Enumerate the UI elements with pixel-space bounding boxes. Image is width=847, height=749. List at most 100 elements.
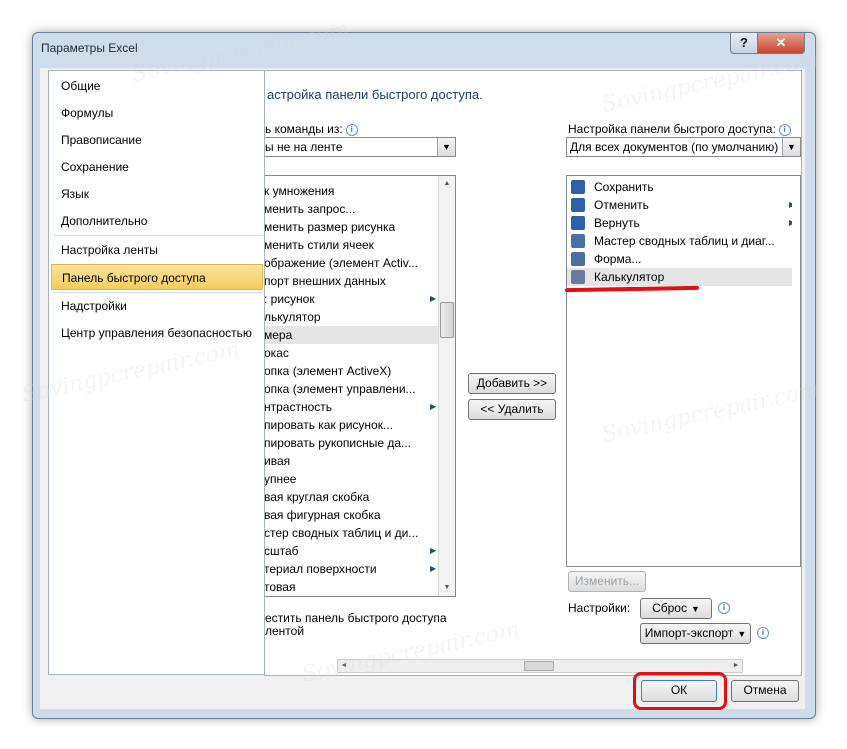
scroll-down-icon[interactable]: ▼ <box>439 580 455 596</box>
command-label: териал поверхности <box>264 562 377 576</box>
choose-commands-dropdown[interactable]: ы не на ленте ▼ <box>265 137 456 157</box>
command-label: опка (элемент ActiveX) <box>264 364 392 378</box>
cancel-button[interactable]: Отмена <box>731 680 799 702</box>
command-list-item[interactable]: порт внешних данных <box>264 272 442 290</box>
undo-icon <box>571 198 585 212</box>
qat-list-item[interactable]: Мастер сводных таблиц и диаг... <box>567 232 800 250</box>
qat-item-label: Сохранить <box>594 180 654 194</box>
add-button[interactable]: Добавить >> <box>468 373 556 394</box>
command-list-item[interactable]: пировать рукописные да... <box>265 434 442 452</box>
chevron-down-icon[interactable]: ▼ <box>782 138 800 156</box>
reset-button-label: Сброс <box>652 601 687 615</box>
import-export-button[interactable]: Импорт-экспорт ▼ <box>640 623 751 644</box>
reset-button[interactable]: Сброс ▼ <box>640 598 712 619</box>
nav-item-save[interactable]: Сохранение <box>51 154 263 180</box>
close-button[interactable]: ✕ <box>757 33 805 54</box>
submenu-arrow-icon: ▶ <box>430 546 437 555</box>
command-label: ивая <box>264 454 291 468</box>
scrollbar-thumb[interactable] <box>440 302 454 338</box>
qat-list-item[interactable]: Калькулятор <box>567 268 800 286</box>
nav-item-trust-center[interactable]: Центр управления безопасностью <box>51 320 263 346</box>
nav-item-addins[interactable]: Надстройки <box>51 293 263 319</box>
command-label: сштаб <box>264 544 299 558</box>
show-below-ribbon-label-2: лентой <box>265 624 305 638</box>
command-list-item[interactable]: ивая <box>264 452 442 470</box>
command-list-item[interactable]: упнее <box>265 470 442 488</box>
form-icon <box>571 252 585 266</box>
command-list-item[interactable]: пировать как рисунок... <box>264 416 442 434</box>
qat-item-label: Форма... <box>594 252 642 266</box>
commands-list[interactable]: к умножения менить запрос... менить размер… <box>264 175 456 597</box>
nav-item-general[interactable]: Общие <box>51 73 263 99</box>
command-list-item[interactable]: вая круглая скобка <box>264 488 442 506</box>
pivot-wizard-icon <box>571 234 585 248</box>
qat-list-item[interactable]: Вернуть▶ <box>567 214 800 232</box>
command-list-item[interactable]: менить стили ячеек <box>265 236 442 254</box>
command-label: нтрастность <box>264 400 333 414</box>
customize-qat-dropdown[interactable]: Для всех документов (по умолчанию) ▼ <box>566 137 801 157</box>
command-list-item[interactable]: вая фигурная скобка <box>265 506 442 524</box>
panel-horizontal-scrollbar[interactable]: ◄ ► <box>337 659 743 673</box>
command-list-item[interactable]: стер сводных таблиц и ди... <box>264 524 442 542</box>
help-button[interactable]: ? <box>730 33 758 54</box>
scroll-left-icon[interactable]: ◄ <box>338 660 350 672</box>
command-list-item[interactable]: менить запрос... <box>265 200 442 218</box>
customize-qat-value: Для всех документов (по умолчанию) <box>570 140 779 154</box>
qat-item-label: Мастер сводных таблиц и диаг... <box>594 234 775 248</box>
command-list-item[interactable]: опка (элемент ActiveX) <box>264 362 442 380</box>
chevron-down-icon[interactable]: ▼ <box>437 138 455 156</box>
command-label: ображение (элемент Activ... <box>264 256 418 270</box>
command-label: стер сводных таблиц и ди... <box>264 526 419 540</box>
command-label: порт внешних данных <box>264 274 386 288</box>
command-label: окас <box>264 346 289 360</box>
qat-list-item[interactable]: Сохранить <box>567 178 800 196</box>
commands-scrollbar[interactable]: ▲ ▼ <box>438 176 455 596</box>
command-list-item[interactable]: лькулятор <box>264 308 442 326</box>
qat-list[interactable]: Сохранить Отменить▶Вернуть▶ Мастер сводных… <box>566 175 801 567</box>
command-label: пировать как рисунок... <box>264 418 393 432</box>
settings-label: Настройки: <box>568 601 631 615</box>
close-icon: ✕ <box>775 35 787 50</box>
scrollbar-thumb[interactable] <box>524 661 554 671</box>
modify-button[interactable]: Изменить... <box>568 571 646 592</box>
redo-icon <box>571 216 585 230</box>
qat-list-item[interactable]: Форма... <box>567 250 800 268</box>
command-list-item[interactable]: менить размер рисунка <box>264 218 442 236</box>
nav-item-language[interactable]: Язык <box>51 181 263 207</box>
info-icon: i <box>345 123 358 136</box>
scroll-up-icon[interactable]: ▲ <box>439 176 455 192</box>
choose-commands-value: ы не на ленте <box>265 140 343 154</box>
command-label: опка (элемент управлени... <box>264 382 416 396</box>
submenu-arrow-icon: ▶ <box>430 564 437 573</box>
annotation-ok-highlight <box>633 672 727 710</box>
command-label: лькулятор <box>264 310 321 324</box>
command-list-item[interactable]: териал поверхности ▶ <box>264 560 442 578</box>
command-list-item[interactable]: нтрастность ▶ <box>264 398 442 416</box>
command-label: : рисунок <box>264 292 315 306</box>
command-list-item[interactable]: сштаб ▶ <box>264 542 442 560</box>
customize-qat-label: Настройка панели быстрого доступа: i <box>568 122 791 136</box>
command-label: менить размер рисунка <box>264 220 396 234</box>
customize-qat-text: Настройка панели быстрого доступа: <box>568 122 776 136</box>
command-list-item[interactable]: окас <box>264 344 442 362</box>
nav-item-proofing[interactable]: Правописание <box>51 127 263 153</box>
qat-list-item[interactable]: Отменить▶ <box>567 196 800 214</box>
command-list-item[interactable]: опка (элемент управлени... <box>264 380 442 398</box>
remove-button[interactable]: << Удалить <box>468 399 556 420</box>
nav-item-formulas[interactable]: Формулы <box>51 100 263 126</box>
nav-item-quick-access-toolbar[interactable]: Панель быстрого доступа <box>51 264 263 290</box>
command-list-item[interactable]: товая <box>265 578 442 596</box>
chevron-down-icon: ▼ <box>690 604 700 614</box>
command-list-item[interactable]: к умножения <box>265 182 442 200</box>
choose-commands-text: ь команды из: <box>265 122 343 136</box>
nav-item-advanced[interactable]: Дополнительно <box>51 208 263 234</box>
command-list-item[interactable]: мера <box>265 326 442 344</box>
command-label: вая круглая скобка <box>264 490 370 504</box>
options-nav: Общие Формулы Правописание Сохранение Яз… <box>48 70 268 675</box>
command-list-item[interactable]: ображение (элемент Activ... <box>264 254 442 272</box>
show-below-ribbon-label[interactable]: естить панель быстрого доступа <box>265 611 447 625</box>
save-icon <box>571 180 585 194</box>
nav-item-customize-ribbon[interactable]: Настройка ленты <box>51 237 263 263</box>
command-list-item[interactable]: : рисунок ▶ <box>264 290 442 308</box>
scroll-right-icon[interactable]: ► <box>730 660 742 672</box>
